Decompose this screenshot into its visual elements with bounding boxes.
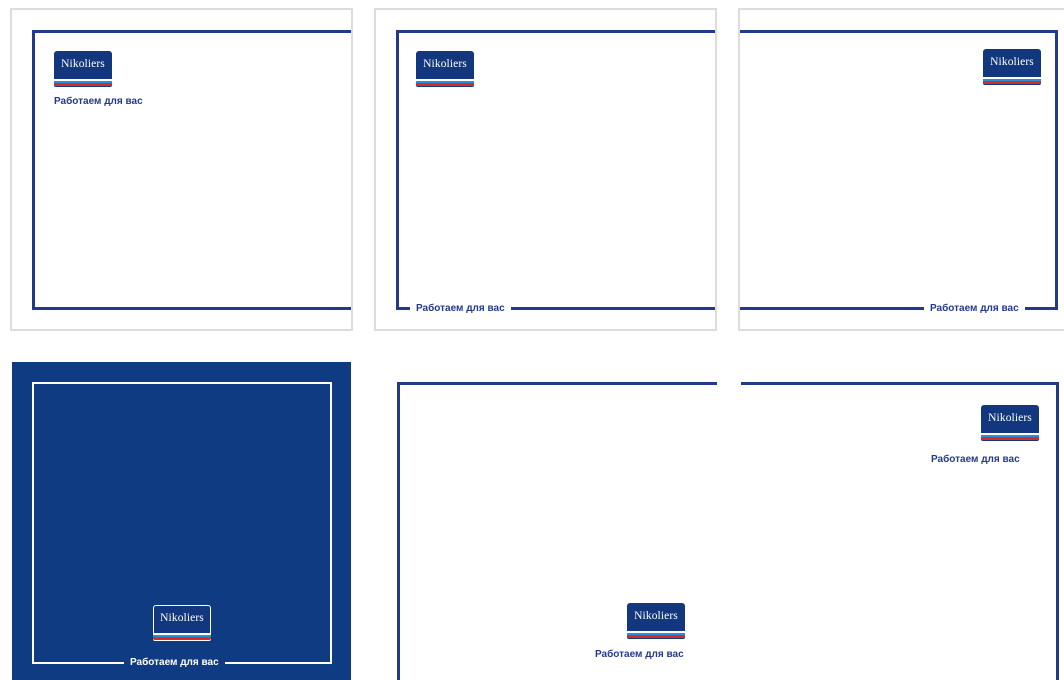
logo-text: Nikoliers	[61, 58, 105, 70]
tagline: Работаем для вас	[595, 649, 684, 660]
layout-card-2: Nikoliers Работаем для вас	[374, 8, 717, 331]
logo-text: Nikoliers	[634, 610, 678, 622]
layout-card-3: Nikoliers Работаем для вас	[738, 8, 1064, 331]
tagline: Работаем для вас	[931, 454, 1020, 465]
nikoliers-logo: Nikoliers	[983, 49, 1041, 85]
tagline: Работаем для вас	[124, 657, 225, 669]
layout-card-5: Nikoliers Работаем для вас	[374, 362, 717, 680]
nikoliers-logo: Nikoliers	[627, 603, 685, 639]
logo-text: Nikoliers	[160, 612, 204, 624]
tagline-text: Работаем для вас	[410, 303, 511, 314]
tagline: Работаем для вас	[54, 96, 143, 107]
logo-text: Nikoliers	[423, 58, 467, 70]
layout-card-4: Nikoliers Работаем для вас	[12, 362, 351, 680]
layout-card-6: Nikoliers Работаем для вас	[741, 362, 1064, 680]
nikoliers-logo: Nikoliers	[153, 605, 211, 641]
tagline: Работаем для вас	[924, 303, 1025, 315]
nikoliers-logo: Nikoliers	[54, 51, 112, 87]
logo-text: Nikoliers	[988, 412, 1032, 424]
nikoliers-logo: Nikoliers	[981, 405, 1039, 441]
layout-card-1: Nikoliers Работаем для вас	[10, 8, 353, 331]
tagline-text: Работаем для вас	[924, 303, 1025, 314]
logo-text: Nikoliers	[990, 56, 1034, 68]
tagline-text: Работаем для вас	[124, 657, 225, 668]
tagline: Работаем для вас	[410, 303, 511, 315]
nikoliers-logo: Nikoliers	[416, 51, 474, 87]
